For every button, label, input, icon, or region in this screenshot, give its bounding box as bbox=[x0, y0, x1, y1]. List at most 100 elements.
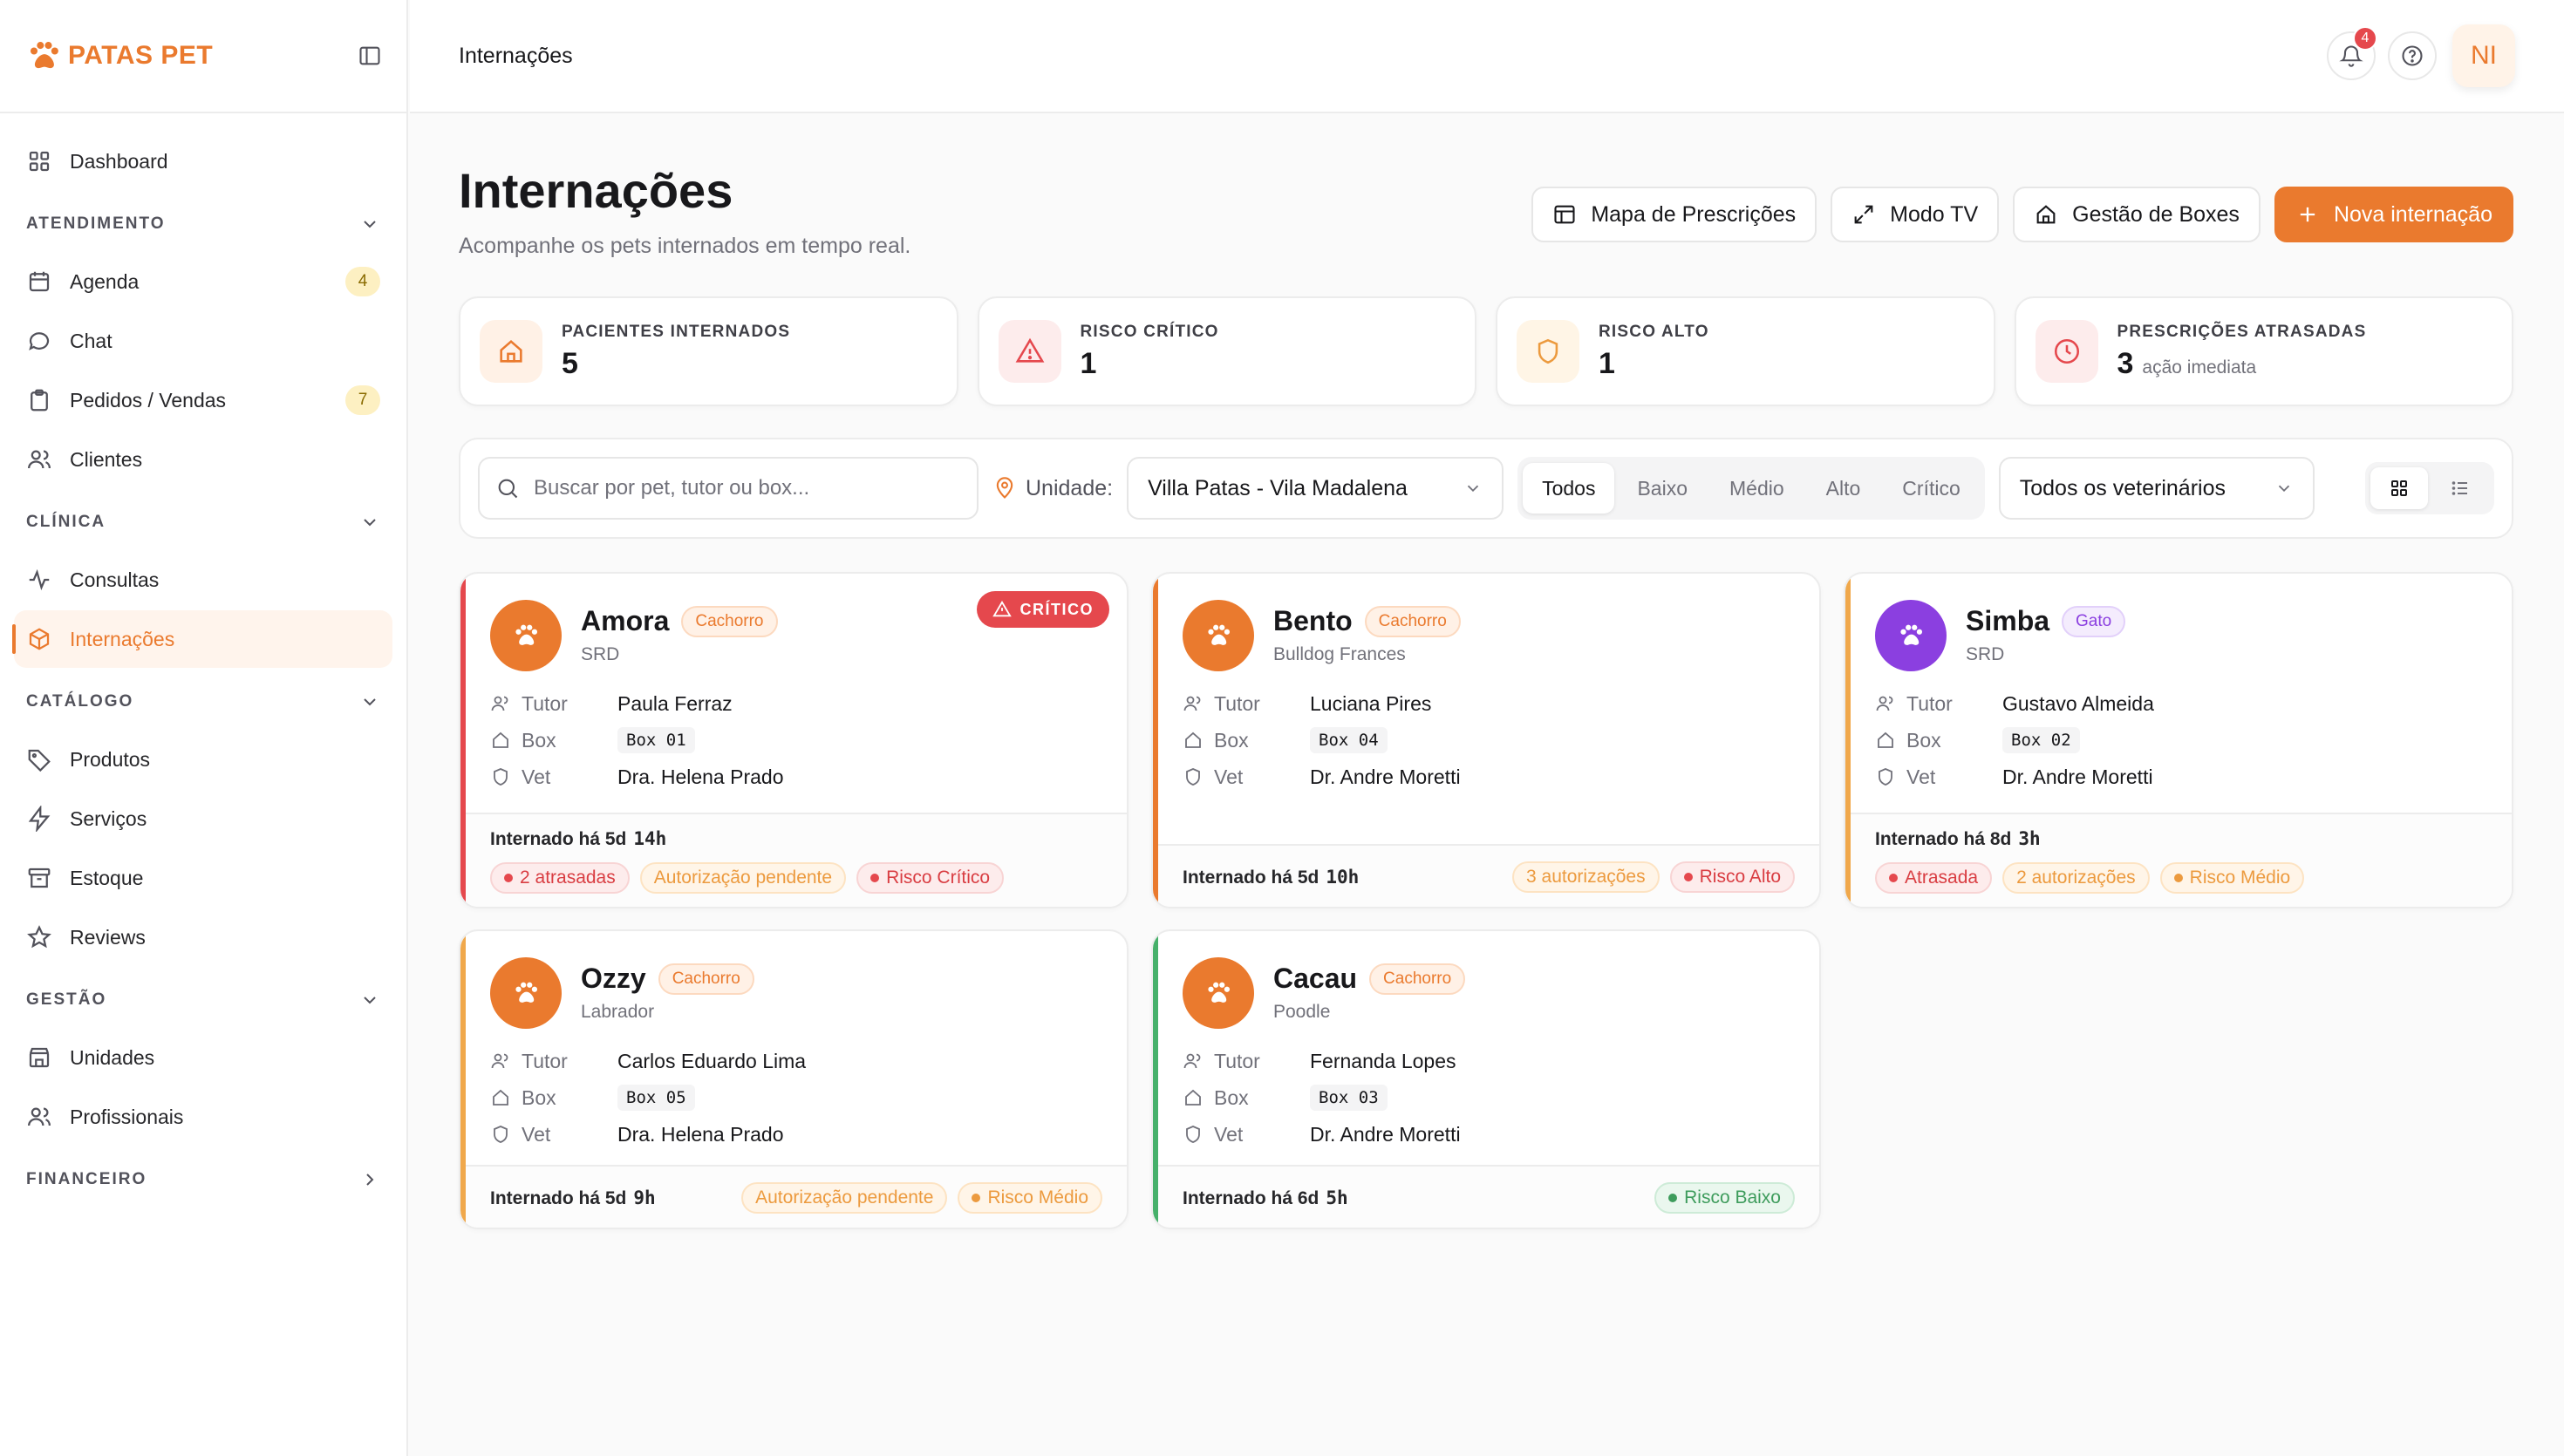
tutor-label: Tutor bbox=[1214, 1049, 1260, 1072]
section-title: ATENDIMENTO bbox=[26, 214, 166, 233]
search-input[interactable]: Buscar por pet, tutor ou box... bbox=[478, 457, 979, 520]
patient-card-cacau[interactable]: Cacau Cachorro Poodle Tutor Fernanda Lope… bbox=[1151, 929, 1821, 1229]
since-label: Internado há bbox=[1183, 1187, 1293, 1208]
paw-logo-icon bbox=[30, 42, 58, 69]
section-atendimento[interactable]: ATENDIMENTO bbox=[14, 195, 392, 253]
sidebar-item-produtos[interactable]: Produtos bbox=[14, 731, 392, 788]
unit-select-value: Villa Patas - Vila Madalena bbox=[1148, 475, 1408, 500]
stat-card-late: PRESCRIÇÕES ATRASADAS 3 ação imediata bbox=[2014, 296, 2513, 406]
shield-icon bbox=[1879, 768, 1892, 786]
count-badge: 4 bbox=[345, 267, 380, 296]
sidebar-toggle-icon[interactable] bbox=[358, 44, 382, 68]
pet-name: Simba bbox=[1966, 605, 2050, 636]
risk-badge-label: Risco Baixo bbox=[1684, 1187, 1781, 1208]
activity-icon bbox=[29, 568, 50, 591]
box-code: Box 01 bbox=[617, 727, 695, 753]
sidebar-item-dashboard[interactable]: Dashboard bbox=[14, 133, 392, 190]
clock-icon bbox=[2054, 338, 2079, 364]
button-label: Nova internação bbox=[2333, 201, 2492, 227]
users-icon bbox=[491, 696, 508, 711]
prescription-map-button[interactable]: Mapa de Prescrições bbox=[1531, 187, 1817, 242]
shield-icon bbox=[494, 768, 508, 786]
pet-name: Ozzy bbox=[581, 963, 646, 994]
sidebar-item-chat[interactable]: Chat bbox=[14, 312, 392, 370]
status-badge: Atrasada bbox=[1875, 862, 1993, 894]
sidebar-item-label: Reviews bbox=[70, 925, 146, 949]
patient-card-ozzy[interactable]: Ozzy Cachorro Labrador Tutor Carlos Eduar… bbox=[459, 929, 1129, 1229]
chevron-down-icon bbox=[364, 698, 376, 706]
section-clinica[interactable]: CLÍNICA bbox=[14, 493, 392, 551]
users-icon bbox=[1876, 696, 1893, 711]
tutor-name: Paula Ferraz bbox=[617, 691, 733, 715]
sidebar-item-pedidos[interactable]: Pedidos / Vendas 7 bbox=[14, 371, 392, 429]
box-icon bbox=[29, 628, 50, 650]
notifications-button[interactable]: 4 bbox=[2327, 26, 2377, 80]
since-days: 5d bbox=[1297, 867, 1320, 888]
risk-tab-medio[interactable]: Médio bbox=[1710, 463, 1804, 514]
plus-icon bbox=[2300, 207, 2315, 222]
user-avatar[interactable]: NI bbox=[2452, 24, 2515, 87]
section-gestao[interactable]: GESTÃO bbox=[14, 971, 392, 1029]
section-financeiro[interactable]: FINANCEIRO bbox=[14, 1151, 392, 1208]
stat-card-patients: PACIENTES INTERNADOS 5 bbox=[459, 296, 958, 406]
new-admission-button[interactable]: Nova internação bbox=[2274, 187, 2513, 242]
sidebar-item-internacoes[interactable]: Internações bbox=[12, 610, 392, 668]
sidebar-item-clientes[interactable]: Clientes bbox=[14, 431, 392, 488]
vet-select[interactable]: Todos os veterinários bbox=[1998, 457, 2315, 520]
box-management-button[interactable]: Gestão de Boxes bbox=[2013, 187, 2261, 242]
sidebar-item-consultas[interactable]: Consultas bbox=[14, 551, 392, 609]
sidebar-item-label: Chat bbox=[70, 329, 113, 352]
paw-icon bbox=[1208, 982, 1231, 1003]
topbar: Internações 4 NI bbox=[410, 0, 2564, 113]
risk-tab-baixo[interactable]: Baixo bbox=[1618, 463, 1707, 514]
sidebar-item-reviews[interactable]: Reviews bbox=[14, 908, 392, 966]
risk-badge-label: Risco Alto bbox=[1699, 867, 1781, 887]
home-icon bbox=[1878, 731, 1893, 748]
vet-name: Dr. Andre Moretti bbox=[2002, 765, 2153, 788]
help-button[interactable] bbox=[2388, 31, 2437, 80]
list-icon bbox=[2451, 481, 2467, 495]
home-icon bbox=[493, 1089, 508, 1106]
list-view-button[interactable] bbox=[2431, 467, 2489, 509]
grid-icon bbox=[29, 151, 50, 172]
stat-label: RISCO CRÍTICO bbox=[1080, 322, 1219, 341]
logo[interactable]: PATAS PET bbox=[24, 37, 213, 75]
status-badge: 3 autorizações bbox=[1512, 861, 1660, 893]
unit-label-text: Unidade: bbox=[1026, 475, 1114, 500]
since-hours: 9h bbox=[633, 1187, 656, 1208]
clipboard-icon bbox=[31, 389, 48, 412]
box-code: Box 02 bbox=[2002, 727, 2080, 753]
tv-mode-button[interactable]: Modo TV bbox=[1831, 187, 2000, 242]
risk-badge: Risco Crítico bbox=[856, 862, 1005, 894]
help-icon bbox=[2402, 45, 2423, 66]
stat-label: PACIENTES INTERNADOS bbox=[562, 322, 791, 341]
unit-select[interactable]: Villa Patas - Vila Madalena bbox=[1127, 457, 1504, 520]
since-label: Internado há bbox=[1875, 829, 1986, 849]
since-label: Internado há bbox=[490, 829, 601, 849]
home-icon bbox=[493, 731, 508, 748]
risk-tab-todos[interactable]: Todos bbox=[1523, 463, 1615, 514]
sidebar-item-unidades[interactable]: Unidades bbox=[14, 1029, 392, 1086]
box-code: Box 05 bbox=[617, 1085, 695, 1111]
status-badge: Autorização pendente bbox=[741, 1182, 948, 1214]
patient-card-simba[interactable]: Simba Gato SRD Tutor Gustavo Almeida Box B… bbox=[1844, 572, 2513, 908]
home-icon-wrap bbox=[480, 320, 542, 383]
filter-bar: Buscar por pet, tutor ou box... Unidade:… bbox=[459, 438, 2513, 539]
page-actions: Mapa de Prescrições Modo TV Gestão de Bo… bbox=[1531, 187, 2513, 242]
sidebar: PATAS PET Dashboard ATENDIMENTO Agenda 4… bbox=[0, 0, 408, 1456]
box-label: Box bbox=[1906, 728, 1941, 752]
vet-name: Dra. Helena Prado bbox=[617, 1122, 784, 1146]
risk-tab-alto[interactable]: Alto bbox=[1807, 463, 1880, 514]
sidebar-item-agenda[interactable]: Agenda 4 bbox=[14, 253, 392, 310]
since-hours: 14h bbox=[633, 828, 667, 849]
patient-card-amora[interactable]: CRÍTICO Amora Cachorro SRD Tutor Paula F… bbox=[459, 572, 1129, 908]
grid-view-button[interactable] bbox=[2370, 467, 2428, 509]
risk-tab-critico[interactable]: Crítico bbox=[1883, 463, 1979, 514]
sidebar-item-servicos[interactable]: Serviços bbox=[14, 790, 392, 847]
notification-count-badge: 4 bbox=[2353, 26, 2377, 51]
section-catalogo[interactable]: CATÁLOGO bbox=[14, 673, 392, 731]
stat-card-high: RISCO ALTO 1 bbox=[1496, 296, 1995, 406]
sidebar-item-estoque[interactable]: Estoque bbox=[14, 849, 392, 907]
patient-card-bento[interactable]: Bento Cachorro Bulldog Frances Tutor Luci… bbox=[1151, 572, 1821, 908]
sidebar-item-profissionais[interactable]: Profissionais bbox=[14, 1088, 392, 1146]
